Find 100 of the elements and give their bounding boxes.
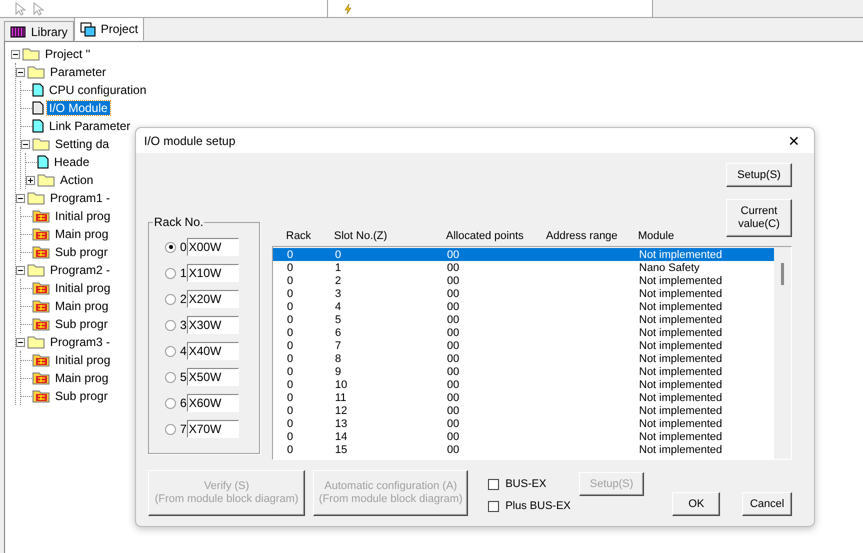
table-cell-text: 0 [287, 404, 294, 416]
column-header: Slot No.(Z) [334, 230, 388, 242]
tree-item[interactable]: Sub progr [53, 245, 110, 259]
table-row[interactable]: 0 14 00 Not implemented [273, 430, 774, 443]
tree-item[interactable]: Parameter [48, 65, 108, 79]
rack-address-field[interactable]: X20W [186, 290, 239, 308]
table-cell-text: 00 [447, 340, 460, 352]
tree-item[interactable]: Sub progr [53, 317, 110, 331]
tree-item[interactable]: CPU configuration [47, 83, 148, 97]
table-row[interactable]: 0 6 00 Not implemented [273, 326, 774, 339]
table-cell-text: 1 [335, 262, 342, 274]
table-row[interactable]: 0 2 00 Not implemented [273, 274, 774, 287]
collapse-icon[interactable] [21, 140, 30, 148]
tree-item[interactable]: I/O Module [47, 101, 110, 115]
table-cell-text: Not implemented [639, 288, 724, 300]
checkbox[interactable] [488, 500, 500, 512]
rack-address-field[interactable]: X50W [186, 368, 239, 386]
radio-button[interactable] [165, 242, 176, 252]
table-row[interactable]: 0 0 00 Not implemented [273, 248, 774, 261]
table-row[interactable]: 0 5 00 Not implemented [273, 313, 774, 326]
tree-item[interactable]: Initial prog [53, 281, 112, 295]
collapse-icon[interactable] [16, 194, 25, 202]
table-cell-text: 0 [287, 326, 294, 338]
document-icon [32, 101, 44, 115]
table-cell-text: 0 [287, 430, 294, 442]
table-row[interactable]: 0 4 00 Not implemented [273, 300, 774, 313]
tree-item[interactable]: Program1 - [48, 191, 112, 205]
tree-item[interactable]: Setting da [53, 137, 112, 151]
collapse-icon[interactable] [16, 338, 25, 346]
table-row[interactable]: 0 1 00 Nano Safety [273, 261, 774, 274]
table-cell-text: Not implemented [639, 340, 724, 352]
close-button[interactable]: ✕ [782, 132, 806, 148]
tree-item[interactable]: Initial prog [53, 209, 112, 223]
radio-button[interactable] [165, 294, 176, 304]
tree-item[interactable]: Project '' [43, 47, 92, 61]
tree-item[interactable]: Action [58, 173, 96, 187]
tree-item[interactable]: Link Parameter [47, 119, 132, 133]
ok-button[interactable]: OK [672, 492, 720, 516]
table-cell-text: 00 [447, 274, 460, 286]
table-row[interactable]: 0 13 00 Not implemented [273, 417, 774, 430]
folder-icon [27, 263, 45, 277]
current-value-button[interactable]: Current value(C) [726, 199, 792, 237]
table-cell-text: 5 [335, 314, 342, 326]
tree-item[interactable]: Heade [52, 155, 92, 169]
table-row[interactable]: 0 7 00 Not implemented [273, 339, 774, 352]
rack-address-field[interactable]: X00W [186, 238, 239, 256]
expand-icon[interactable] [26, 176, 35, 184]
tree-item[interactable]: Program2 - [48, 263, 112, 277]
rack-number: 0 [180, 240, 187, 254]
table-row[interactable]: 0 9 00 Not implemented [273, 365, 774, 378]
table-cell-text: 0 [287, 366, 294, 378]
documents-icon [80, 22, 96, 36]
table-cell-text: 00 [447, 314, 460, 326]
table-cell-text: 14 [335, 430, 348, 442]
lightning-icon[interactable] [342, 2, 354, 14]
rack-address-field[interactable]: X30W [186, 316, 239, 334]
table-cell-text: Not implemented [639, 248, 724, 260]
radio-button[interactable] [165, 372, 176, 382]
folder-icon [22, 47, 40, 61]
table-row[interactable]: 0 3 00 Not implemented [273, 287, 774, 300]
radio-button[interactable] [165, 320, 176, 330]
collapse-icon[interactable] [11, 50, 20, 58]
table-cell-text: Not implemented [639, 430, 724, 442]
radio-button[interactable] [165, 346, 176, 356]
rack-number: 1 [180, 266, 187, 280]
collapse-icon[interactable] [16, 266, 25, 274]
table-row[interactable]: 0 10 00 Not implemented [273, 378, 774, 391]
radio-button[interactable] [165, 398, 176, 408]
table-row[interactable]: 0 8 00 Not implemented [273, 352, 774, 365]
rack-address-field[interactable]: X70W [186, 420, 239, 438]
table-cell-text: 2 [335, 274, 342, 286]
collapse-icon[interactable] [16, 68, 25, 76]
table-cell-text: 0 [335, 248, 342, 260]
table-row[interactable]: 0 12 00 Not implemented [273, 404, 774, 417]
tree-item[interactable]: Sub progr [53, 389, 110, 403]
rack-address-field[interactable]: X60W [186, 394, 239, 412]
radio-button[interactable] [165, 424, 176, 434]
table-row[interactable]: 0 15 00 Not implemented [273, 443, 774, 456]
setup-button[interactable]: Setup(S) [726, 163, 792, 187]
tree-item[interactable]: Main prog [53, 299, 110, 313]
checkbox[interactable] [488, 478, 500, 490]
cancel-button[interactable]: Cancel [742, 492, 792, 516]
table-cell-text: 00 [447, 404, 460, 416]
table-cell-text: Not implemented [639, 418, 724, 430]
tree-item[interactable]: Main prog [53, 227, 110, 241]
folder-icon [27, 191, 45, 205]
table-cell-text: Not implemented [639, 326, 724, 338]
table-row[interactable]: 0 11 00 Not implemented [273, 391, 774, 404]
tree-item[interactable]: Program3 - [48, 335, 112, 349]
table-cell-text: 0 [287, 314, 294, 326]
rack-address-field[interactable]: X40W [186, 342, 239, 360]
scrollbar[interactable] [774, 247, 791, 459]
rack-address-field[interactable]: X10W [186, 264, 239, 282]
tree-item[interactable]: Initial prog [53, 353, 112, 367]
panel-tab[interactable]: Project [74, 17, 144, 41]
rack-number: 4 [180, 344, 187, 358]
panel-tab[interactable]: Library [4, 21, 74, 41]
radio-button[interactable] [165, 268, 176, 278]
tree-item[interactable]: Main prog [53, 371, 110, 385]
books-icon [10, 25, 26, 38]
